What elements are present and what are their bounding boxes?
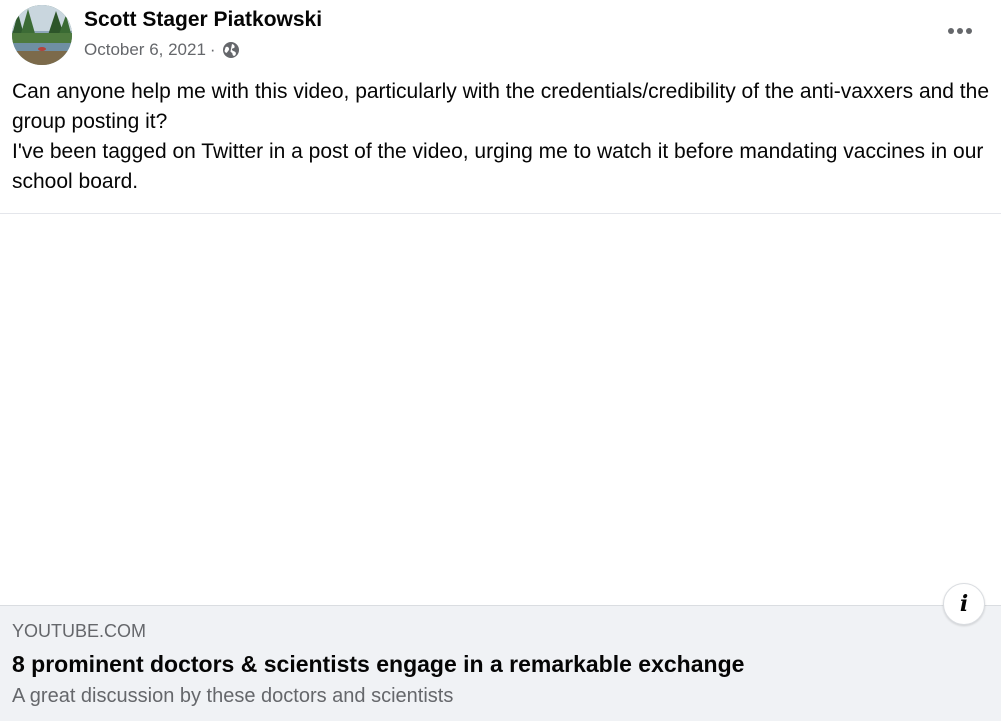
avatar[interactable] — [12, 5, 72, 65]
link-title[interactable]: 8 prominent doctors & scientists engage … — [12, 651, 744, 678]
globe-icon[interactable] — [222, 41, 240, 59]
dot — [948, 28, 954, 34]
post-date[interactable]: October 6, 2021 — [84, 40, 206, 60]
facebook-post: Scott Stager Piatkowski October 6, 2021 … — [0, 0, 1001, 721]
message-paragraph: I've been tagged on Twitter in a post of… — [12, 140, 984, 193]
link-description: A great discussion by these doctors and … — [12, 685, 454, 707]
dot — [966, 28, 972, 34]
info-glyph: i — [959, 591, 969, 617]
post-message: Can anyone help me with this video, part… — [12, 77, 992, 197]
post-header: Scott Stager Piatkowski October 6, 2021 … — [0, 0, 1001, 70]
message-paragraph: Can anyone help me with this video, part… — [12, 80, 990, 133]
link-domain: YOUTUBE.COM — [12, 621, 147, 641]
link-preview-card[interactable]: YOUTUBE.COM 8 prominent doctors & scient… — [0, 605, 1001, 721]
meta-separator: · — [209, 40, 216, 59]
dot — [957, 28, 963, 34]
post-meta: October 6, 2021 · — [84, 40, 240, 60]
video-embed-area[interactable] — [0, 214, 1001, 605]
more-options-icon[interactable] — [943, 18, 977, 44]
author-name[interactable]: Scott Stager Piatkowski — [84, 8, 322, 32]
avatar-image — [12, 5, 72, 65]
info-icon[interactable]: i — [943, 583, 985, 625]
